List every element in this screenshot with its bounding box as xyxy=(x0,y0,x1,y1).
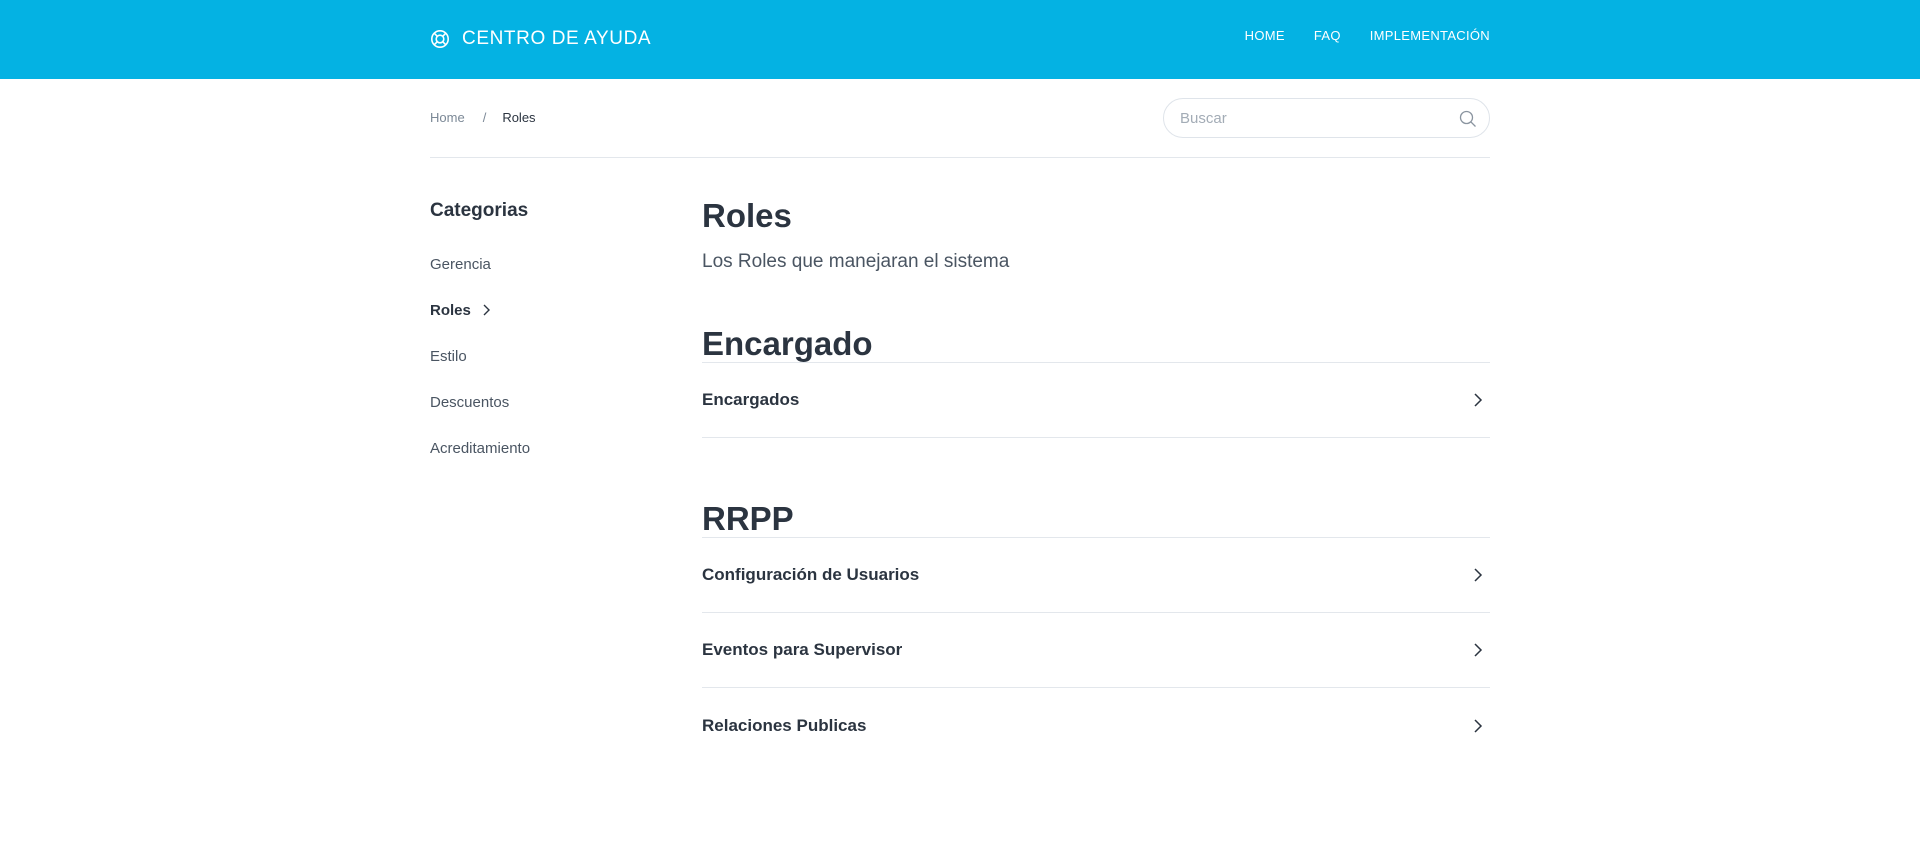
article-row-eventos-supervisor[interactable]: Eventos para Supervisor xyxy=(702,613,1490,688)
article-title: Eventos para Supervisor xyxy=(702,640,903,659)
search-icon[interactable] xyxy=(1459,110,1477,128)
article-title: Configuración de Usuarios xyxy=(702,565,920,584)
page-title: Roles xyxy=(702,197,792,234)
sidebar-item-label: Roles xyxy=(430,301,471,319)
article-list: Encargados xyxy=(702,362,1490,438)
chevron-right-icon xyxy=(1474,568,1483,582)
section-rrpp: RRPP Configuración de Usuarios Eventos p… xyxy=(702,501,1490,763)
nav-faq-link[interactable]: FAQ xyxy=(1314,28,1341,43)
category-sidebar: Categorias Gerencia Roles Estilo Descuen… xyxy=(430,200,650,474)
sidebar-item-roles[interactable]: Roles xyxy=(430,290,650,336)
section-encargado: Encargado Encargados xyxy=(702,326,1490,438)
article-row-relaciones-publicas[interactable]: Relaciones Publicas xyxy=(702,688,1490,763)
sidebar-item-acreditamiento[interactable]: Acreditamiento xyxy=(430,428,650,474)
chevron-right-icon xyxy=(1474,718,1483,733)
section-title: Encargado xyxy=(702,325,873,362)
brand-title: CENTRO DE AYUDA xyxy=(462,28,652,49)
top-navigation-bar: CENTRO DE AYUDA HOME FAQ IMPLEMENTACIÓN xyxy=(0,0,1920,79)
sidebar-item-label: Descuentos xyxy=(430,393,510,411)
article-title: Relaciones Publicas xyxy=(702,715,867,735)
breadcrumb: Home / Roles xyxy=(430,110,536,125)
sidebar-item-label: Acreditamiento xyxy=(430,439,531,457)
nav-home-link[interactable]: HOME xyxy=(1245,28,1285,43)
article-title: Encargados xyxy=(702,390,800,409)
section-title: RRPP xyxy=(702,500,794,537)
category-content: Roles Los Roles que manejaran el sistema… xyxy=(702,196,1490,735)
article-list: Configuración de Usuarios Eventos para S… xyxy=(702,537,1490,763)
sidebar-item-descuentos[interactable]: Descuentos xyxy=(430,382,650,428)
header-divider xyxy=(430,157,1490,158)
page-description: Los Roles que manejaran el sistema xyxy=(702,251,1010,272)
lifebuoy-icon xyxy=(431,30,449,48)
sidebar-item-label: Gerencia xyxy=(430,255,491,273)
search-input[interactable] xyxy=(1180,108,1450,128)
article-row-configuracion-usuarios[interactable]: Configuración de Usuarios xyxy=(702,538,1490,613)
chevron-right-icon xyxy=(483,304,490,316)
sidebar-item-estilo[interactable]: Estilo xyxy=(430,336,650,382)
search-box xyxy=(1163,98,1490,138)
nav-implementacion-link[interactable]: IMPLEMENTACIÓN xyxy=(1370,28,1490,43)
brand-link[interactable]: CENTRO DE AYUDA xyxy=(430,24,651,54)
breadcrumb-current: Roles xyxy=(502,110,536,125)
sidebar-item-gerencia[interactable]: Gerencia xyxy=(430,244,650,290)
article-row-encargados[interactable]: Encargados xyxy=(702,363,1490,438)
breadcrumb-home-link[interactable]: Home xyxy=(430,110,465,125)
breadcrumb-separator: / xyxy=(482,110,487,125)
main-nav: HOME FAQ IMPLEMENTACIÓN xyxy=(1245,28,1490,43)
sidebar-item-label: Estilo xyxy=(430,347,467,365)
chevron-right-icon xyxy=(1474,643,1483,657)
sidebar-title: Categorias xyxy=(430,200,529,221)
chevron-right-icon xyxy=(1474,393,1483,407)
